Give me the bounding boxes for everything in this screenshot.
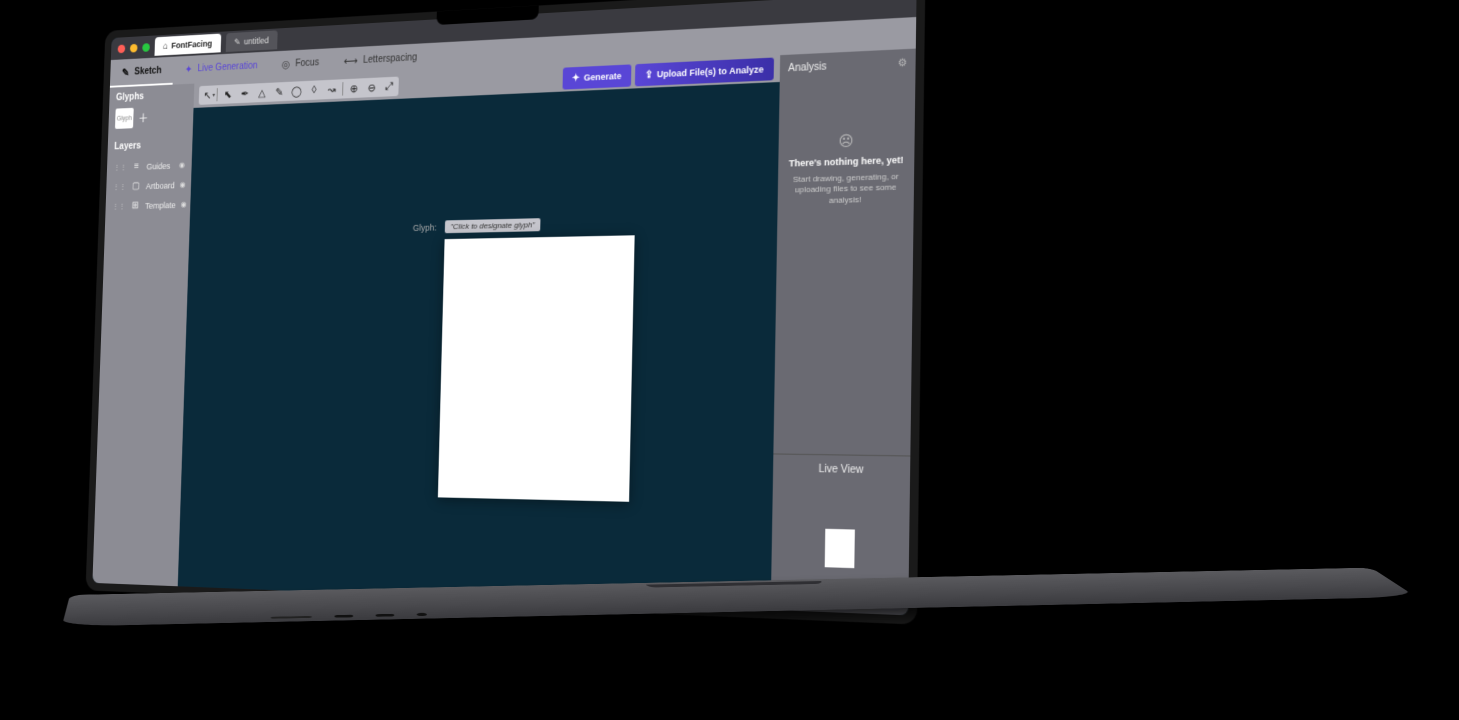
visibility-toggle-icon[interactable]: ◉ [180, 180, 186, 189]
pen-nib-icon: ✒ [241, 87, 249, 100]
layer-item-template[interactable]: ⋮⋮ ⊞ Template ◉ [105, 194, 190, 216]
liveview-title: Live View [773, 454, 911, 485]
close-window-button[interactable] [118, 44, 126, 53]
tab-fontfacing[interactable]: ⌂ FontFacing [154, 34, 220, 56]
empty-body: Start drawing, generating, or uploading … [788, 172, 904, 208]
glyph-field-label: Glyph: [413, 223, 437, 233]
mode-label: Sketch [134, 65, 161, 77]
canvas[interactable]: Glyph: "Click to designate glyph" [178, 82, 780, 610]
path-tool[interactable]: ↝ [323, 79, 341, 99]
circle-icon: ◯ [291, 85, 302, 98]
plus-icon: ＋ [138, 109, 148, 125]
pencil-icon: ✎ [275, 85, 283, 98]
workspace: Glyphs Glyph ＋ Layers ⋮⋮ ≡ Guides [92, 49, 916, 616]
mode-label: Letterspacing [363, 52, 417, 65]
app-window: ⌂ FontFacing ✎ untitled ✎ Sketch ✦ Live … [92, 0, 916, 616]
sad-face-icon: ☹ [838, 132, 854, 150]
window-controls [118, 43, 150, 53]
chevron-down-icon[interactable]: ▾ [212, 91, 215, 98]
layers-heading: Layers [107, 133, 192, 158]
liveview-thumbnail[interactable] [825, 529, 855, 568]
mode-label: Live Generation [197, 60, 257, 73]
upload-button[interactable]: ⇪ Upload File(s) to Analyze [635, 58, 774, 87]
ellipse-tool[interactable]: ◯ [288, 81, 306, 101]
polygon-icon: ◊ [312, 84, 317, 96]
usb-c-port [375, 614, 394, 617]
pencil-icon: ✎ [122, 66, 130, 78]
empty-title: There's nothing here, yet! [789, 155, 904, 169]
direct-cursor-icon: ⬉ [224, 88, 232, 101]
direct-select-tool[interactable]: ⬉ [219, 84, 237, 104]
polygon-tool[interactable]: ◊ [305, 80, 323, 100]
glyph-designate-chip[interactable]: "Click to designate glyph" [445, 218, 541, 233]
home-icon: ⌂ [163, 41, 168, 51]
tab-label: FontFacing [171, 39, 212, 51]
visibility-toggle-icon[interactable]: ◉ [181, 200, 187, 209]
fit-screen-tool[interactable]: ⤢ [380, 77, 399, 97]
left-sidebar: Glyphs Glyph ＋ Layers ⋮⋮ ≡ Guides [92, 84, 194, 587]
audio-jack [416, 613, 427, 616]
analysis-empty-state: ☹ There's nothing here, yet! Start drawi… [773, 77, 915, 455]
mode-sketch[interactable]: ✎ Sketch [110, 57, 174, 88]
glyph-thumbnail[interactable]: Glyph [115, 108, 134, 129]
artboard-icon: ▢ [131, 181, 141, 192]
target-icon: ◎ [282, 58, 291, 71]
sparkles-icon: ✦ [572, 72, 580, 83]
button-label: Generate [584, 71, 622, 83]
cursor-icon: ↖ [203, 89, 211, 102]
drag-handle-icon[interactable]: ⋮⋮ [112, 203, 125, 209]
minimize-window-button[interactable] [130, 43, 138, 52]
layer-item-artboard[interactable]: ⋮⋮ ▢ Artboard ◉ [106, 175, 191, 197]
visibility-toggle-icon[interactable]: ◉ [179, 161, 185, 170]
laptop-screen: ⌂ FontFacing ✎ untitled ✎ Sketch ✦ Live … [86, 0, 926, 625]
drag-handle-icon[interactable]: ⋮⋮ [113, 184, 126, 190]
tab-untitled[interactable]: ✎ untitled [225, 30, 277, 52]
triangle-icon: △ [258, 86, 266, 99]
button-label: Upload File(s) to Analyze [657, 64, 764, 79]
laptop-ports [271, 613, 428, 620]
upload-icon: ⇪ [645, 69, 653, 80]
mode-focus[interactable]: ◎ Focus [269, 48, 332, 80]
tab-label: untitled [244, 36, 269, 47]
zoom-out-icon: ⊖ [367, 81, 376, 94]
gear-icon[interactable]: ⚙ [898, 57, 908, 69]
template-icon: ⊞ [130, 200, 140, 211]
generate-button[interactable]: ✦ Generate [562, 64, 631, 89]
zoom-in-tool[interactable]: ⊕ [345, 78, 363, 98]
analysis-title: Analysis [788, 61, 827, 74]
layer-label: Artboard [146, 180, 175, 190]
add-glyph-button[interactable]: ＋ [136, 110, 150, 125]
shape-tool[interactable]: △ [253, 83, 271, 103]
drag-handle-icon[interactable]: ⋮⋮ [114, 164, 127, 170]
vent-slot [271, 616, 312, 619]
separator [342, 82, 343, 95]
expand-icon: ⤢ [385, 80, 393, 93]
canvas-column: ↖ ▾ ⬉ ✒ △ ✎ ◯ ◊ ↝ ⊕ ⊖ [178, 55, 780, 610]
guides-icon: ≡ [132, 161, 142, 172]
pencil-tool[interactable]: ✎ [270, 82, 288, 102]
maximize-window-button[interactable] [142, 43, 150, 52]
usb-c-port [334, 615, 353, 618]
spacing-icon: ⟷ [344, 54, 358, 67]
layer-label: Template [145, 200, 176, 210]
path-icon: ↝ [327, 83, 335, 96]
artboard[interactable] [438, 235, 635, 502]
pencil-icon: ✎ [234, 37, 241, 48]
layer-label: Guides [146, 161, 170, 171]
separator [217, 88, 218, 101]
pen-tool[interactable]: ✒ [236, 84, 254, 104]
zoom-out-tool[interactable]: ⊖ [362, 77, 380, 97]
mode-label: Focus [295, 57, 319, 69]
zoom-in-icon: ⊕ [350, 82, 359, 95]
right-panel: Analysis ⚙ ☹ There's nothing here, yet! … [771, 49, 916, 616]
sparkles-icon: ✦ [185, 63, 193, 76]
